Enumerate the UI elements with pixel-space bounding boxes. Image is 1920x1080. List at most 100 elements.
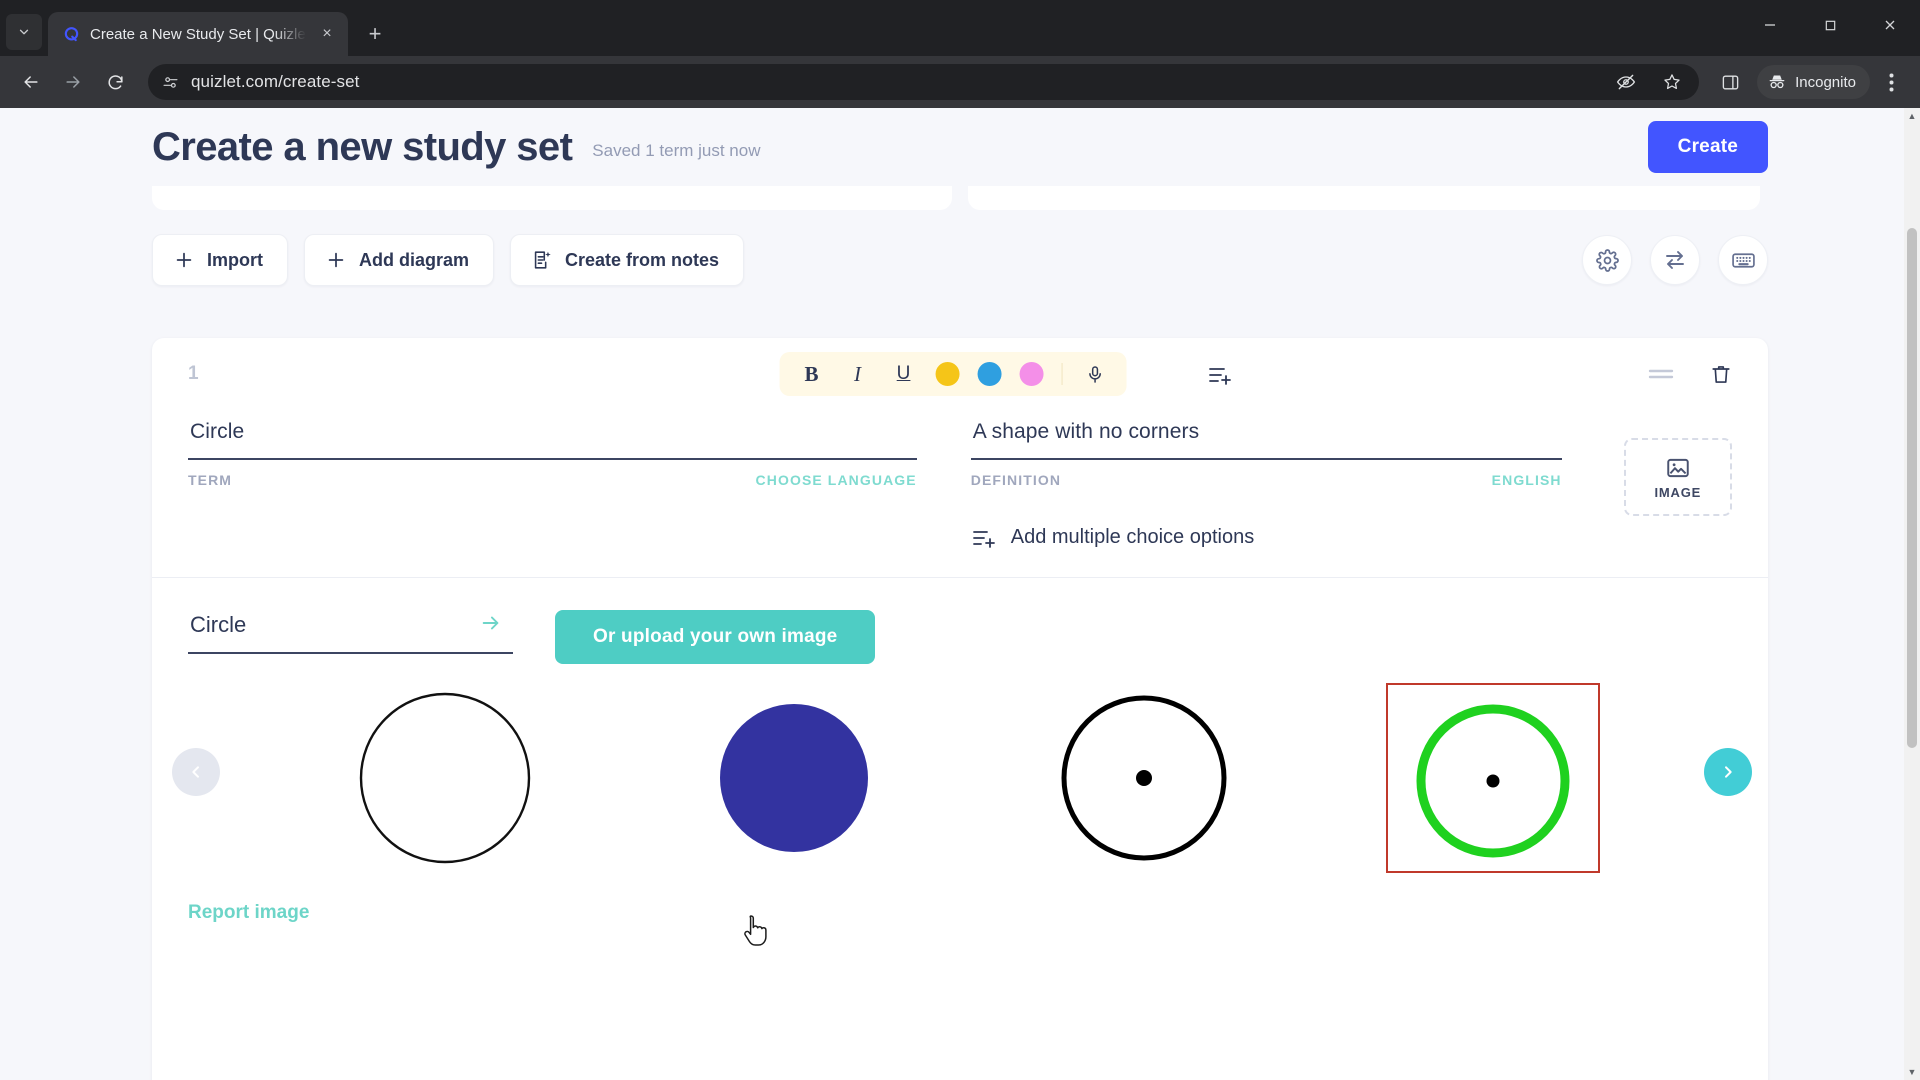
add-multiple-choice-toolbar-icon[interactable] bbox=[1207, 364, 1233, 391]
browser-window: Create a New Study Set | Quizlet × + qui… bbox=[0, 0, 1920, 1080]
highlight-blue-swatch[interactable] bbox=[977, 362, 1002, 386]
highlight-yellow-swatch[interactable] bbox=[935, 362, 960, 386]
import-label: Import bbox=[207, 249, 263, 270]
page-header: Create a new study set Saved 1 term just… bbox=[0, 108, 1920, 186]
card-header-actions bbox=[1648, 363, 1732, 386]
address-bar[interactable]: quizlet.com/create-set bbox=[148, 64, 1700, 100]
image-result-filled-blue-circle[interactable] bbox=[620, 678, 970, 878]
browser-tab[interactable]: Create a New Study Set | Quizlet × bbox=[48, 12, 348, 56]
window-controls bbox=[1740, 0, 1920, 50]
card-header: 1 B I U bbox=[152, 338, 1768, 410]
notes-sparkle-icon bbox=[531, 249, 553, 271]
quizlet-q-icon bbox=[62, 25, 80, 43]
term-field-group: Circle TERM CHOOSE LANGUAGE bbox=[188, 416, 917, 549]
drag-handle-icon[interactable] bbox=[1648, 366, 1674, 382]
scrollbar-thumb[interactable] bbox=[1907, 228, 1917, 748]
scroll-down-arrow-icon[interactable]: ▼ bbox=[1904, 1064, 1920, 1080]
star-icon[interactable] bbox=[1655, 65, 1689, 99]
term-meta: TERM CHOOSE LANGUAGE bbox=[188, 472, 917, 488]
image-upload-dropzone[interactable]: IMAGE bbox=[1623, 438, 1732, 516]
card-body: Circle TERM CHOOSE LANGUAGE A shape with… bbox=[152, 410, 1768, 549]
import-button[interactable]: Import bbox=[152, 234, 288, 286]
page-title: Create a new study set bbox=[152, 124, 573, 169]
swap-arrows-icon[interactable] bbox=[1650, 235, 1700, 285]
add-list-icon bbox=[971, 527, 997, 549]
image-dropzone-label: IMAGE bbox=[1654, 484, 1702, 500]
page-info-icon[interactable] bbox=[162, 74, 179, 91]
browser-titlebar: Create a New Study Set | Quizlet × + bbox=[0, 0, 1920, 56]
report-image-row: Report image bbox=[152, 888, 1768, 924]
add-multiple-choice-options-button[interactable]: Add multiple choice options bbox=[971, 526, 1562, 549]
image-search-input[interactable]: Circle bbox=[188, 610, 513, 654]
carousel-next-button[interactable] bbox=[1704, 748, 1752, 796]
microphone-icon[interactable] bbox=[1081, 360, 1109, 388]
reload-icon[interactable] bbox=[96, 63, 134, 101]
keyboard-icon[interactable] bbox=[1718, 235, 1768, 285]
image-search-input-wrap: Circle bbox=[188, 610, 513, 654]
page-viewport: Create a new study set Saved 1 term just… bbox=[0, 108, 1920, 1080]
card-row-number: 1 bbox=[188, 363, 199, 384]
definition-language-link[interactable]: ENGLISH bbox=[1492, 472, 1562, 488]
plus-icon bbox=[173, 249, 195, 271]
add-diagram-button[interactable]: Add diagram bbox=[304, 234, 495, 286]
image-result-outline-circle[interactable] bbox=[270, 678, 620, 878]
window-close-icon[interactable] bbox=[1860, 0, 1920, 50]
image-result-green-circle-with-center-dot[interactable] bbox=[1319, 678, 1669, 878]
tab-title: Create a New Study Set | Quizlet bbox=[90, 25, 306, 43]
new-tab-button[interactable]: + bbox=[358, 17, 392, 51]
previous-card-partial-right bbox=[968, 186, 1760, 210]
page-scrollbar[interactable]: ▲ ▼ bbox=[1904, 108, 1920, 1080]
scroll-up-arrow-icon[interactable]: ▲ bbox=[1904, 108, 1920, 124]
previous-card-partial bbox=[152, 186, 952, 210]
bold-button[interactable]: B bbox=[798, 360, 826, 388]
side-panel-icon[interactable] bbox=[1713, 65, 1747, 99]
report-image-link[interactable]: Report image bbox=[188, 902, 309, 923]
incognito-indicator[interactable]: Incognito bbox=[1757, 65, 1870, 99]
term-input[interactable]: Circle bbox=[188, 416, 917, 460]
create-from-notes-label: Create from notes bbox=[565, 249, 720, 270]
minimize-icon[interactable] bbox=[1740, 0, 1800, 50]
forward-arrow-icon[interactable] bbox=[54, 63, 92, 101]
maximize-icon[interactable] bbox=[1800, 0, 1860, 50]
carousel-prev-button[interactable] bbox=[172, 748, 220, 796]
add-diagram-label: Add diagram bbox=[359, 249, 470, 270]
back-arrow-icon[interactable] bbox=[12, 63, 50, 101]
page-scroll-area: Import Add diagram Create from notes 1 B… bbox=[0, 186, 1920, 1080]
term-card: 1 B I U Circle TERM CHOOSE LANGUAGE A sh… bbox=[152, 338, 1768, 1080]
image-icon bbox=[1665, 455, 1691, 481]
add-multiple-choice-label: Add multiple choice options bbox=[1010, 526, 1255, 548]
trash-icon[interactable] bbox=[1710, 363, 1732, 386]
carousel-track bbox=[270, 678, 1668, 878]
gear-icon[interactable] bbox=[1582, 235, 1632, 285]
image-results-carousel bbox=[152, 678, 1768, 888]
upload-own-image-button[interactable]: Or upload your own image bbox=[555, 610, 876, 664]
browser-menu-icon[interactable] bbox=[1874, 63, 1908, 101]
term-label: TERM bbox=[188, 472, 233, 488]
incognito-hat-icon bbox=[1767, 72, 1787, 92]
toolbar-divider bbox=[1061, 363, 1063, 385]
incognito-label: Incognito bbox=[1795, 73, 1856, 91]
definition-label: DEFINITION bbox=[970, 472, 1062, 488]
highlight-pink-swatch[interactable] bbox=[1019, 362, 1044, 386]
eye-slash-icon[interactable] bbox=[1609, 65, 1643, 99]
create-from-notes-button[interactable]: Create from notes bbox=[510, 234, 745, 286]
arrow-right-icon[interactable] bbox=[479, 612, 503, 640]
set-toolbar: Import Add diagram Create from notes bbox=[152, 234, 1768, 286]
address-bar-url: quizlet.com/create-set bbox=[191, 72, 360, 91]
close-icon[interactable]: × bbox=[316, 23, 338, 45]
tab-search-chevron-icon[interactable] bbox=[6, 14, 42, 50]
image-search-section: Circle Or upload your own image bbox=[152, 578, 1768, 664]
rich-text-toolbar: B I U bbox=[779, 352, 1127, 396]
plus-icon bbox=[325, 249, 347, 271]
definition-meta: DEFINITION ENGLISH bbox=[971, 472, 1562, 488]
underline-button[interactable]: U bbox=[890, 360, 918, 388]
choose-language-link[interactable]: CHOOSE LANGUAGE bbox=[756, 472, 917, 488]
browser-toolbar: quizlet.com/create-set Incognito bbox=[0, 56, 1920, 108]
saved-status: Saved 1 term just now bbox=[592, 141, 761, 160]
definition-input[interactable]: A shape with no corners bbox=[970, 416, 1562, 460]
definition-field-group: A shape with no corners DEFINITION ENGLI… bbox=[970, 416, 1562, 549]
set-options bbox=[1582, 235, 1768, 285]
italic-button[interactable]: I bbox=[844, 360, 872, 388]
image-result-thick-outline-circle-with-center-dot[interactable] bbox=[969, 678, 1319, 878]
create-button[interactable]: Create bbox=[1647, 121, 1768, 173]
